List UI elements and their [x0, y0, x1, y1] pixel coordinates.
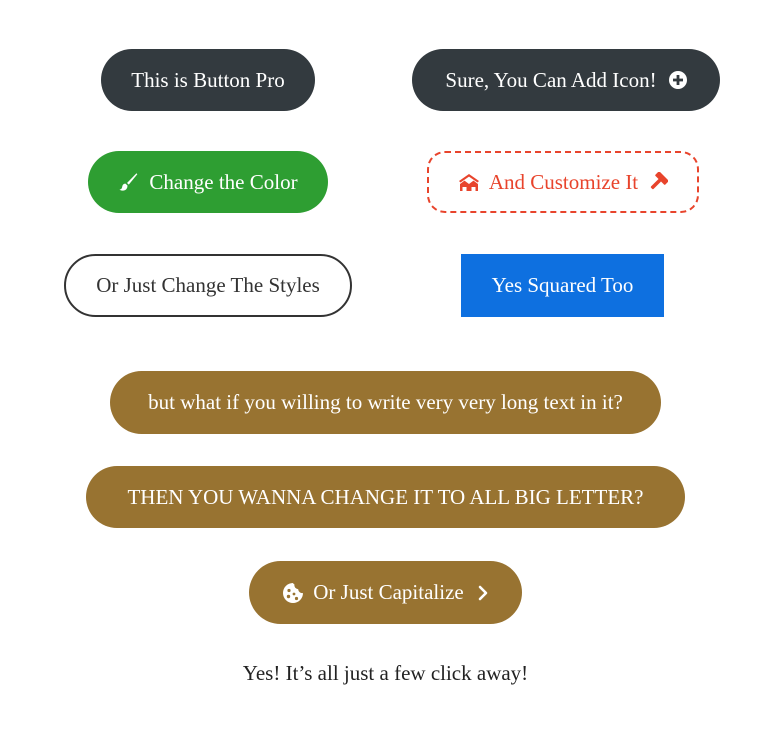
paintbrush-icon — [118, 172, 138, 192]
add-icon-button[interactable]: Sure, You Can Add Icon! — [412, 49, 720, 111]
hammer-icon — [648, 172, 669, 192]
squared-label: Yes Squared Too — [491, 273, 634, 297]
customize-button[interactable]: And Customize It — [427, 151, 699, 213]
long-text-button[interactable]: but what if you willing to write very ve… — [110, 371, 661, 434]
capitalize-label: Or Just Capitalize — [313, 580, 464, 604]
change-color-label: Change the Color — [149, 169, 298, 194]
footer-text: Yes! It’s all just a few click away! — [242, 661, 529, 685]
change-styles-button[interactable]: Or Just Change The Styles — [64, 254, 352, 317]
add-icon-button-label: Sure, You Can Add Icon! — [445, 67, 657, 92]
plus-circle-icon — [668, 71, 687, 89]
capitalize-button[interactable]: Or Just Capitalize — [249, 561, 522, 624]
change-styles-label: Or Just Change The Styles — [96, 273, 320, 297]
chevron-right-icon — [478, 585, 489, 601]
customize-label: And Customize It — [488, 169, 639, 194]
cookie-icon — [282, 582, 304, 604]
big-letter-label: THEN YOU WANNA CHANGE IT TO ALL BIG LETT… — [127, 484, 644, 509]
long-text-label: but what if you willing to write very ve… — [148, 390, 623, 414]
squared-button[interactable]: Yes Squared Too — [461, 254, 664, 317]
button-pro-label: This is Button Pro — [131, 67, 285, 92]
big-letter-button[interactable]: THEN YOU WANNA CHANGE IT TO ALL BIG LETT… — [86, 466, 685, 528]
change-color-button[interactable]: Change the Color — [88, 151, 328, 213]
houses-icon — [458, 173, 480, 191]
button-pro[interactable]: This is Button Pro — [101, 49, 315, 111]
